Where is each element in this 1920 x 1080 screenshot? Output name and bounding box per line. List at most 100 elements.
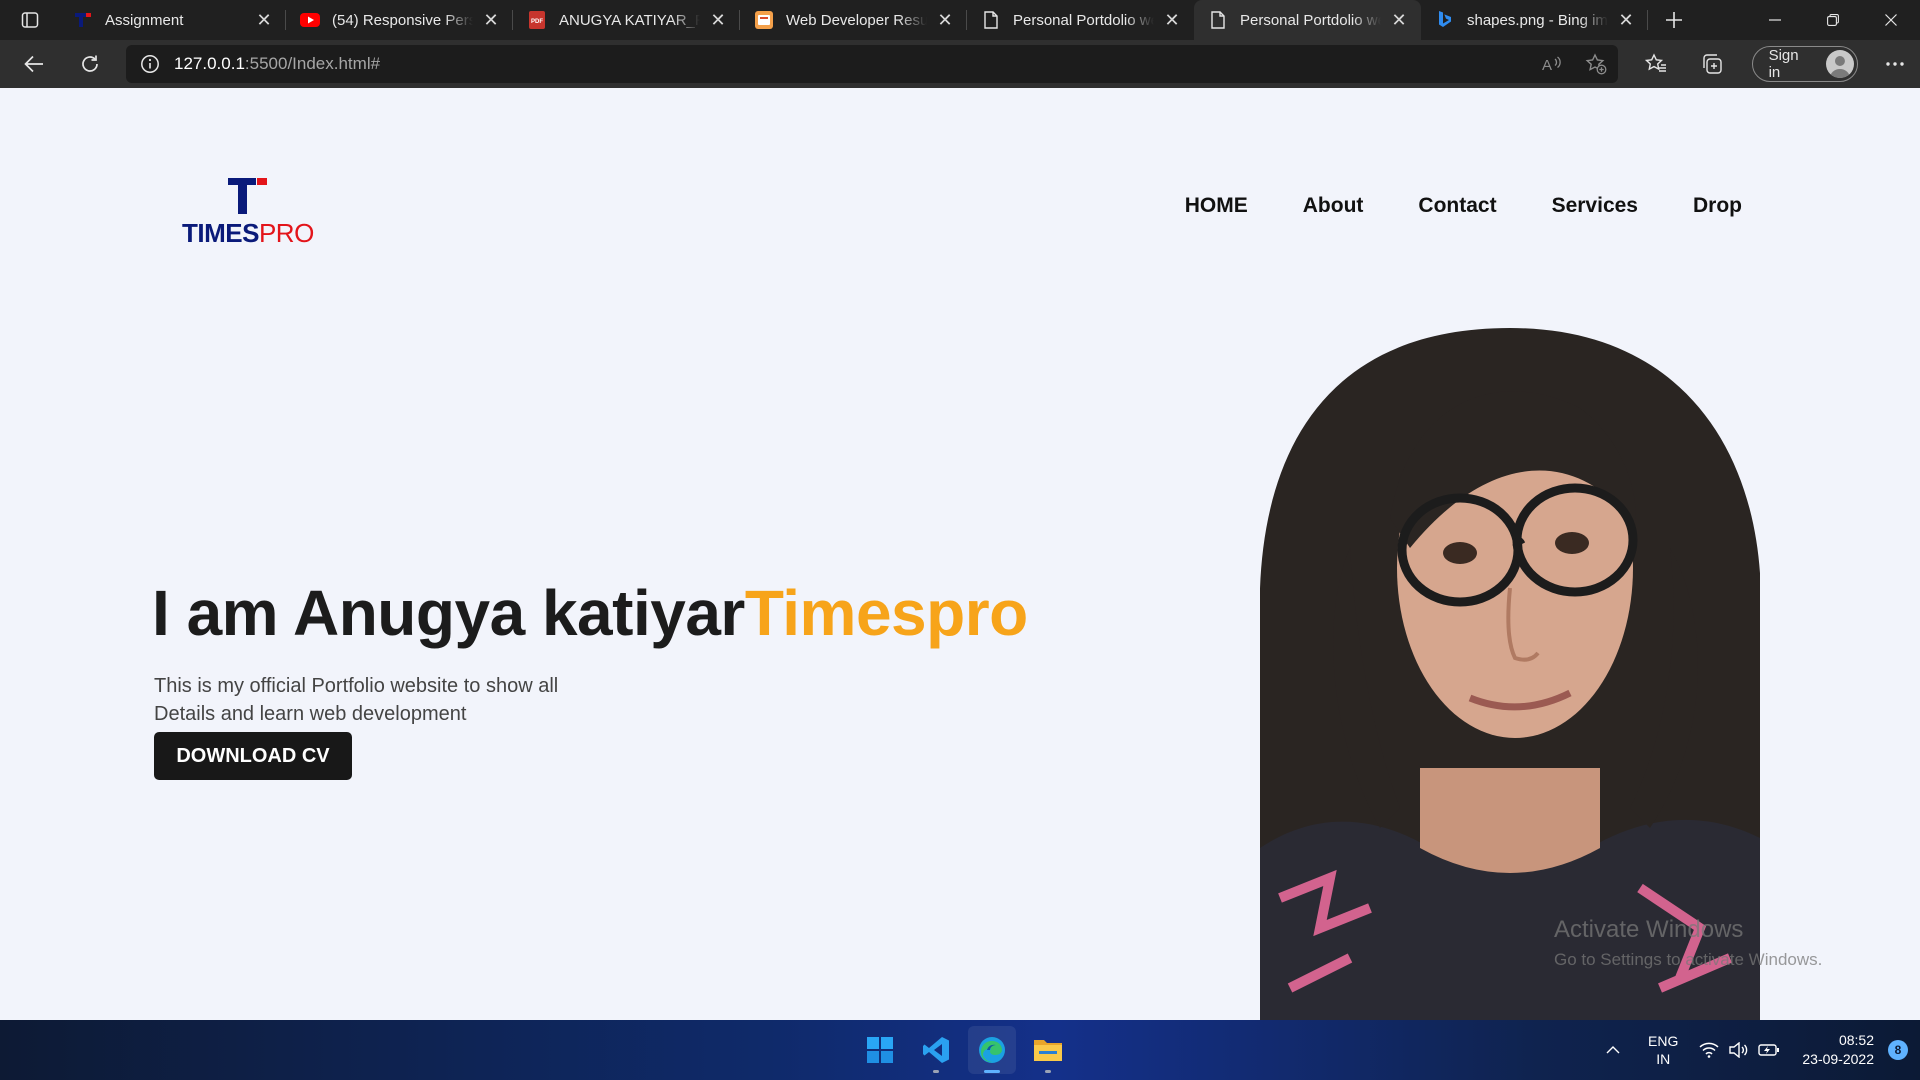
windows-start-icon[interactable] xyxy=(856,1026,904,1074)
sign-in-label: Sign in xyxy=(1768,47,1799,81)
system-tray: ENG IN 08:52 23-09-2022 8 xyxy=(1598,1020,1920,1080)
running-indicator xyxy=(1045,1070,1051,1073)
logo-part-times: TIMES xyxy=(182,218,259,248)
restore-icon[interactable] xyxy=(1804,0,1862,40)
tab-title: Personal Portdolio website xyxy=(1240,11,1381,29)
clock[interactable]: 08:52 23-09-2022 xyxy=(1802,1031,1874,1069)
tab-actions-icon[interactable] xyxy=(16,6,44,34)
watermark-subtitle: Go to Settings to activate Windows. xyxy=(1554,950,1823,969)
tab-assignment[interactable]: Assignment ✕ xyxy=(59,0,286,40)
close-icon[interactable]: ✕ xyxy=(1616,10,1636,30)
tab-resume-pdf[interactable]: PDF ANUGYA KATIYAR_RESUME ✕ xyxy=(513,0,740,40)
timespro-logo-mark-icon xyxy=(228,178,267,214)
close-icon[interactable]: ✕ xyxy=(481,10,501,30)
nav-about[interactable]: About xyxy=(1303,194,1364,218)
clock-date: 23-09-2022 xyxy=(1802,1051,1874,1067)
youtube-icon xyxy=(300,10,320,30)
tab-title: (54) Responsive Personal xyxy=(332,11,473,29)
browser-tab-strip: Assignment ✕ (54) Responsive Personal ✕ … xyxy=(0,0,1920,40)
new-tab-button[interactable] xyxy=(1654,0,1694,40)
favorites-icon[interactable] xyxy=(1628,44,1684,84)
tab-bing-images[interactable]: shapes.png - Bing images ✕ xyxy=(1421,0,1648,40)
url-path: :5500/Index.html# xyxy=(244,54,381,73)
hero-description: This is my official Portfolio website to… xyxy=(154,672,594,728)
close-icon[interactable]: ✕ xyxy=(708,10,728,30)
resume-site-icon xyxy=(754,10,774,30)
running-indicator xyxy=(933,1070,939,1073)
url-host: 127.0.0.1 xyxy=(174,54,245,73)
edge-icon[interactable] xyxy=(968,1026,1016,1074)
logo-wordmark: TIMESPRO xyxy=(182,218,314,249)
vscode-icon[interactable] xyxy=(912,1026,960,1074)
nav-home[interactable]: HOME xyxy=(1185,194,1248,218)
url-text: 127.0.0.1:5500/Index.html# xyxy=(174,54,380,74)
read-aloud-icon[interactable]: A xyxy=(1530,45,1574,83)
nav-contact[interactable]: Contact xyxy=(1418,194,1496,218)
battery-icon[interactable] xyxy=(1754,1043,1784,1057)
add-favorite-icon[interactable] xyxy=(1574,45,1618,83)
logo-part-pro: PRO xyxy=(258,218,314,248)
back-icon[interactable] xyxy=(10,44,58,84)
tab-title: shapes.png - Bing images xyxy=(1467,11,1608,29)
taskbar-apps xyxy=(856,1026,1072,1074)
svg-text:A: A xyxy=(1542,57,1552,74)
tab-list: Assignment ✕ (54) Responsive Personal ✕ … xyxy=(59,0,1648,40)
notification-badge[interactable]: 8 xyxy=(1888,1040,1908,1060)
hero-description-line: Details and learn web development xyxy=(154,703,467,725)
running-indicator xyxy=(984,1070,1000,1073)
tab-actions xyxy=(0,0,59,40)
timespro-logo[interactable]: TIMESPRO xyxy=(180,178,320,248)
close-window-icon[interactable] xyxy=(1862,0,1920,40)
nav-drop[interactable]: Drop xyxy=(1693,194,1742,218)
address-bar-actions: A xyxy=(1530,45,1618,83)
tab-title: Web Developer Resume xyxy=(786,11,927,29)
watermark-title: Activate Windows xyxy=(1554,916,1744,943)
tab-youtube[interactable]: (54) Responsive Personal ✕ xyxy=(286,0,513,40)
address-bar[interactable]: 127.0.0.1:5500/Index.html# A xyxy=(126,45,1618,83)
activate-windows-watermark: Activate Windows Go to Settings to activ… xyxy=(1554,916,1822,970)
nav-services[interactable]: Services xyxy=(1552,194,1638,218)
language-indicator[interactable]: ENG IN xyxy=(1648,1032,1678,1068)
close-icon[interactable]: ✕ xyxy=(1162,10,1182,30)
minimize-icon[interactable] xyxy=(1746,0,1804,40)
tab-web-dev-resume[interactable]: Web Developer Resume ✕ xyxy=(740,0,967,40)
tab-title: Assignment xyxy=(105,11,184,29)
browser-toolbar: 127.0.0.1:5500/Index.html# A Sign in xyxy=(0,40,1920,88)
clock-time: 08:52 xyxy=(1838,1032,1874,1048)
wifi-icon[interactable] xyxy=(1694,1042,1724,1058)
volume-icon[interactable] xyxy=(1724,1042,1754,1058)
region-code: IN xyxy=(1656,1051,1671,1067)
hero-title-accent: Timespro xyxy=(744,577,1028,649)
avatar-icon xyxy=(1826,50,1855,78)
close-icon[interactable]: ✕ xyxy=(1389,10,1409,30)
close-icon[interactable]: ✕ xyxy=(935,10,955,30)
tab-portfolio-active[interactable]: Personal Portdolio website ✕ xyxy=(1194,0,1421,40)
window-controls xyxy=(1746,0,1920,40)
tab-title: ANUGYA KATIYAR_RESUME xyxy=(559,11,700,29)
hero-title: I am Anugya katiyarTimespro xyxy=(152,576,1028,650)
site-info-icon[interactable] xyxy=(126,54,174,74)
pdf-icon: PDF xyxy=(527,10,547,30)
tab-title: Personal Portdolio website xyxy=(1013,11,1154,29)
web-page: TIMESPRO HOME About Contact Services Dro… xyxy=(0,88,1920,1020)
tab-portfolio-1[interactable]: Personal Portdolio website ✕ xyxy=(967,0,1194,40)
hero-title-name: I am Anugya katiyar xyxy=(152,577,745,649)
collections-icon[interactable] xyxy=(1684,44,1740,84)
site-nav: HOME About Contact Services Drop xyxy=(1130,194,1742,218)
svg-text:PDF: PDF xyxy=(531,19,543,25)
page-icon xyxy=(981,10,1001,30)
more-options-icon[interactable] xyxy=(1870,44,1920,84)
toolbar-icons: Sign in xyxy=(1628,44,1920,84)
language-code: ENG xyxy=(1648,1033,1679,1049)
file-explorer-icon[interactable] xyxy=(1024,1026,1072,1074)
close-icon[interactable]: ✕ xyxy=(254,10,274,30)
refresh-icon[interactable] xyxy=(66,44,114,84)
download-cv-button[interactable]: DOWNLOAD CV xyxy=(154,732,352,780)
chevron-up-icon[interactable] xyxy=(1598,1046,1628,1054)
bing-icon xyxy=(1435,10,1455,30)
page-icon xyxy=(1208,10,1228,30)
sign-in-button[interactable]: Sign in xyxy=(1751,46,1859,82)
portrait-photo xyxy=(1260,328,1760,1020)
timespro-favicon-icon xyxy=(73,10,93,30)
hero-description-line: This is my official Portfolio website to… xyxy=(154,675,559,697)
